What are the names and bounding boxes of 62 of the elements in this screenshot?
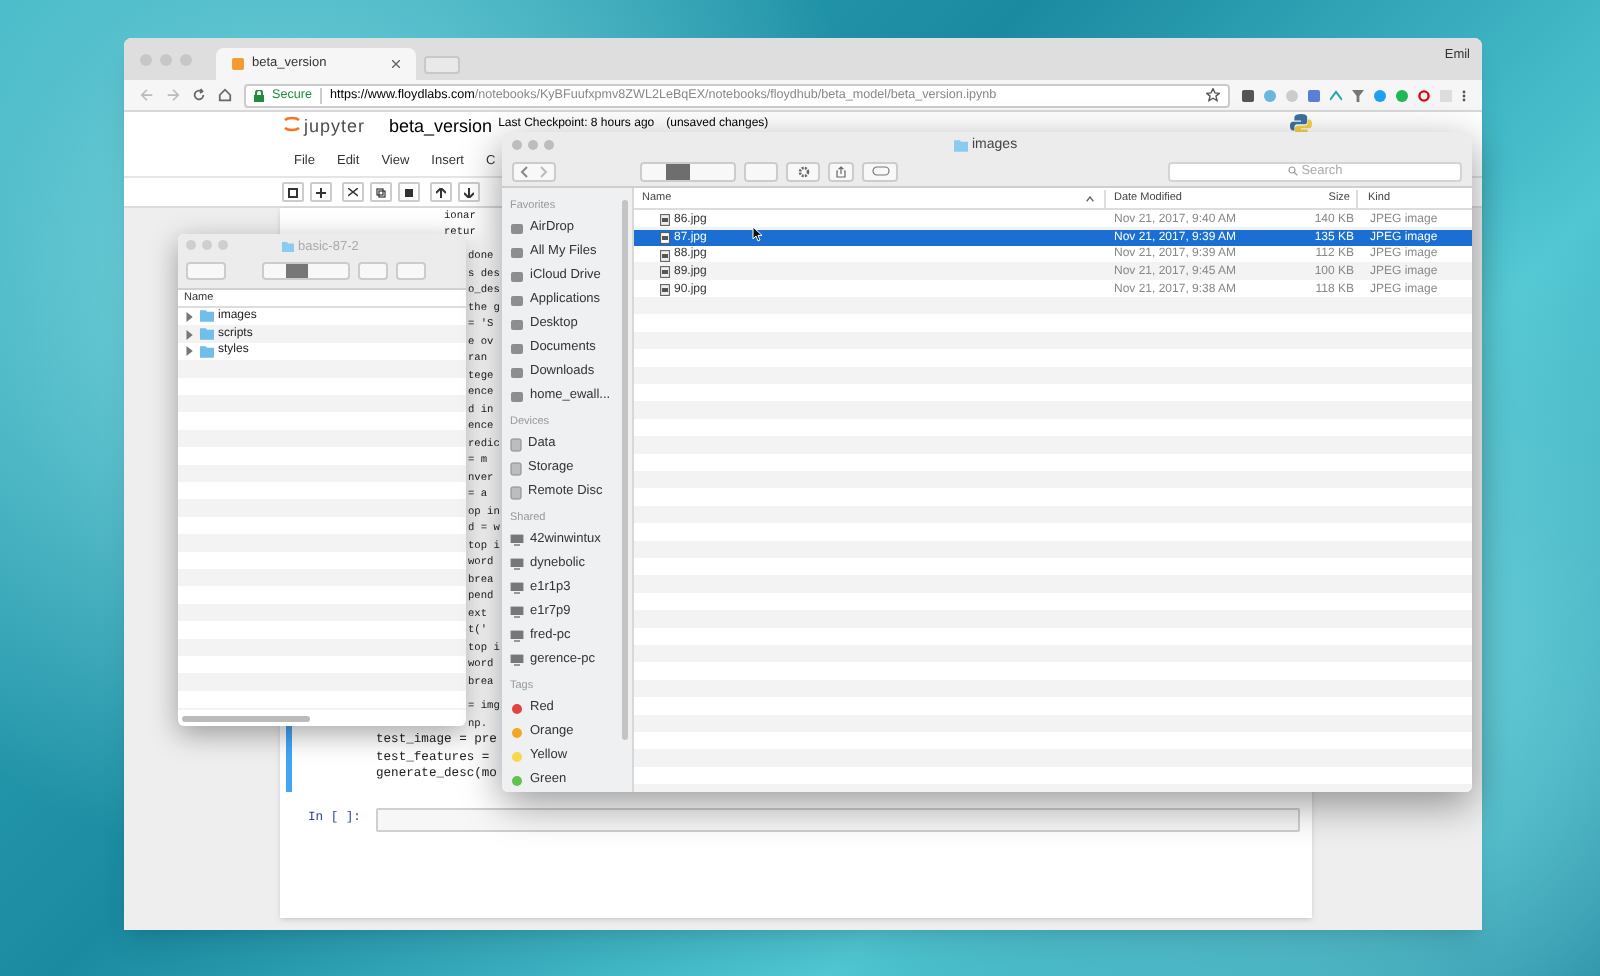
save-button[interactable] [282,182,304,202]
disclosure-triangle-icon[interactable] [184,346,194,357]
action-button[interactable] [786,161,820,181]
jupyter-wordmark: jupyter [304,114,366,140]
reload-icon[interactable] [192,88,206,102]
image-file-icon [660,232,670,245]
computer-icon [510,582,524,594]
copy-button[interactable] [370,182,392,202]
copy-icon [376,187,386,197]
forward-icon[interactable] [540,165,548,177]
share-icon [836,165,846,177]
down-arrow-icon [464,187,474,197]
computer-icon [510,654,524,666]
back-forward-control[interactable] [186,262,226,280]
code-cell-input[interactable] [376,807,1300,831]
gear-icon [797,165,809,177]
mouse-pointer-icon [752,226,762,242]
arrange-button[interactable] [358,262,388,280]
view-switcher[interactable] [262,262,350,280]
scissors-icon [348,187,358,197]
filter-icon[interactable] [1352,89,1364,101]
plus-icon [316,187,326,197]
back-forward-control[interactable] [512,161,556,181]
lock-icon [254,89,264,101]
computer-icon [510,630,524,642]
share-button[interactable] [828,161,854,181]
notebook-name[interactable]: beta_version [389,114,493,141]
clipboard-icon [404,187,414,197]
folder-icon [954,140,968,153]
folder-icon [282,242,294,253]
disclosure-triangle-icon[interactable] [184,329,194,340]
back-icon[interactable] [140,88,154,102]
computer-icon [510,606,524,618]
image-file-icon [660,249,670,262]
save-icon [288,187,298,197]
home-icon[interactable] [218,88,232,102]
new-tab-button[interactable] [424,56,460,74]
paste-button[interactable] [398,182,420,202]
disclosure-triangle-icon[interactable] [184,311,194,322]
cut-button[interactable] [342,182,364,202]
image-file-icon [660,266,670,279]
forward-icon[interactable] [166,88,180,102]
up-arrow-icon [436,187,446,197]
search-icon [1287,166,1298,176]
image-file-icon [660,284,670,297]
tags-button[interactable] [862,161,898,181]
close-tab-icon[interactable] [392,60,400,68]
computer-icon [510,558,524,570]
image-file-icon [660,214,670,227]
scrollbar[interactable] [622,200,628,740]
scrollbar[interactable] [182,715,310,721]
bookmark-star-icon[interactable] [1206,88,1220,102]
notebook-favicon-icon [232,58,244,70]
jupyter-logo-icon [284,114,300,134]
back-icon[interactable] [520,165,528,177]
move-down-button[interactable] [458,182,480,202]
sort-caret-icon [1086,196,1094,202]
insert-cell-button[interactable] [310,182,332,202]
move-up-button[interactable] [430,182,452,202]
computer-icon [510,534,524,546]
tag-icon [871,166,889,176]
view-switcher[interactable] [640,161,736,181]
